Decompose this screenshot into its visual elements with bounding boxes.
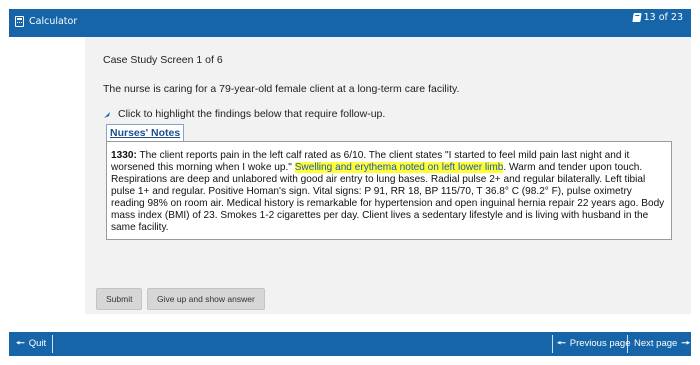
screen-label: Case Study Screen 1 of 6 [103,54,223,66]
calculator-icon [15,16,24,27]
previous-page-button[interactable]: 🠔 Previous page [557,338,630,349]
divider [552,335,553,353]
top-bar: Calculator 13 of 23 [9,9,691,37]
quit-button[interactable]: 🠔 Quit [16,338,46,349]
arrow-right-icon: 🠖 [681,337,691,349]
previous-page-label: Previous page [569,338,631,349]
book-icon [631,13,642,22]
divider [627,335,628,353]
nurses-notes-content: 1330: The client reports pain in the lef… [106,141,672,240]
calculator-label: Calculator [29,16,78,27]
next-page-label: Next page [634,338,678,349]
instruction-text: Click to highlight the findings below th… [118,108,386,120]
give-up-button[interactable]: Give up and show answer [147,288,265,310]
submit-button[interactable]: Submit [96,288,143,310]
quit-label: Quit [28,338,47,349]
pointer-icon [103,111,112,121]
calculator-button[interactable]: Calculator [15,16,77,27]
divider [52,335,53,353]
bottom-bar: 🠔 Quit 🠔 Previous page Next page 🠖 [9,332,691,356]
question-counter-text: 13 of 23 [643,12,683,23]
note-time: 1330: [111,150,137,161]
case-intro: The nurse is caring for a 79-year-old fe… [103,83,460,95]
tab-nurses-notes[interactable]: Nurses' Notes [106,124,185,141]
arrow-left-icon: 🠔 [557,337,566,349]
highlighted-finding[interactable]: Swelling and erythema noted on left lowe… [294,162,504,173]
next-page-button[interactable]: Next page 🠖 [634,338,690,349]
question-counter: 13 of 23 [631,12,683,23]
arrow-left-icon: 🠔 [16,337,25,349]
instruction: Click to highlight the findings below th… [103,107,385,121]
question-panel: Case Study Screen 1 of 6 The nurse is ca… [85,37,691,314]
